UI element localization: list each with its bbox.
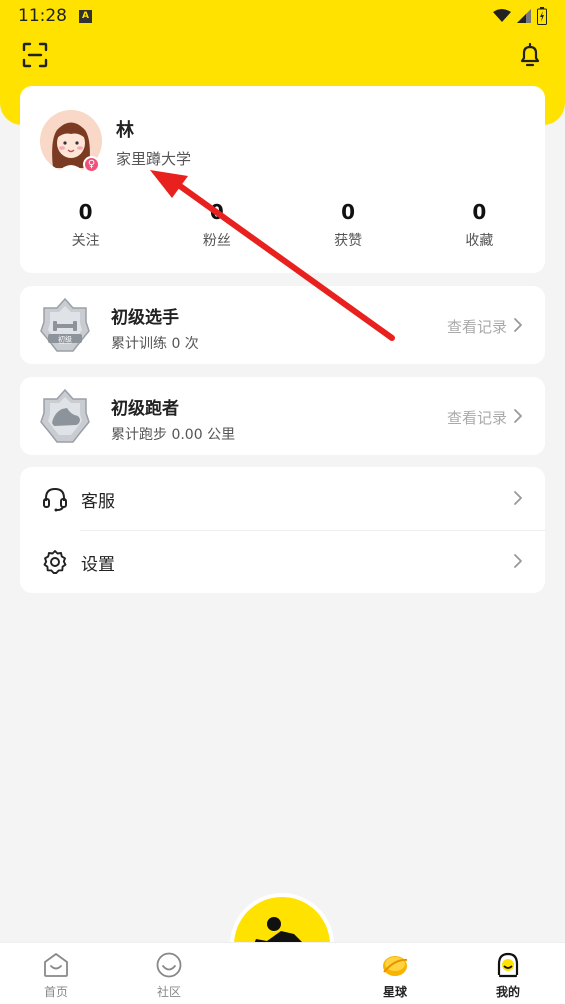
status-bar: 11:28 A <box>0 0 565 32</box>
signal-icon <box>517 9 531 23</box>
stat-followers[interactable]: 0 粉丝 <box>151 200 282 250</box>
tab-mine[interactable]: 我的 <box>463 951 553 1000</box>
stat-following[interactable]: 0 关注 <box>20 200 151 250</box>
stat-likes[interactable]: 0 获赞 <box>283 200 414 250</box>
view-records-link[interactable]: 查看记录 <box>447 407 507 428</box>
dumbbell-medal-icon: 初级 <box>40 298 90 352</box>
tab-label: 社区 <box>156 985 181 999</box>
tab-planet[interactable]: 星球 <box>350 951 440 1000</box>
stats-row: 0 关注 0 粉丝 0 获赞 0 收藏 <box>20 200 545 250</box>
user-school: 家里蹲大学 <box>116 150 192 168</box>
headset-icon <box>43 487 67 512</box>
notification-icon: A <box>79 9 92 23</box>
menu-label: 设置 <box>81 555 115 575</box>
stat-value: 0 <box>341 200 356 224</box>
home-icon <box>44 953 68 977</box>
shoe-medal-icon <box>40 389 90 443</box>
running-level-card[interactable]: 初级跑者 累计跑步 0.00 公里 查看记录 <box>20 377 545 455</box>
status-time: 11:28 <box>18 6 67 26</box>
training-level-card[interactable]: 初级 初级选手 累计训练 0 次 查看记录 <box>20 286 545 364</box>
menu-item-customer-service[interactable]: 客服 <box>20 467 545 530</box>
profile-card: ♀ 林 家里蹲大学 0 关注 0 粉丝 0 获赞 0 收藏 <box>20 86 545 273</box>
medal-text: 初级 <box>58 335 72 344</box>
stat-value: 0 <box>472 200 487 224</box>
tab-community[interactable]: 社区 <box>124 951 214 1000</box>
stat-label: 获赞 <box>334 233 363 249</box>
stat-label: 收藏 <box>465 233 494 249</box>
tab-home[interactable]: 首页 <box>11 951 101 1000</box>
menu-item-settings[interactable]: 设置 <box>20 530 545 593</box>
stat-value: 0 <box>209 200 224 224</box>
menu-label: 客服 <box>81 492 115 512</box>
level-subtitle: 累计训练 0 次 <box>111 336 199 352</box>
planet-icon <box>383 956 408 976</box>
level-subtitle: 累计跑步 0.00 公里 <box>111 427 236 443</box>
gear-icon <box>43 550 67 574</box>
tab-label: 首页 <box>43 985 68 999</box>
wifi-icon <box>493 9 511 22</box>
chevron-right-icon <box>514 318 522 332</box>
stat-label: 关注 <box>71 233 100 249</box>
level-title: 初级选手 <box>111 308 179 328</box>
view-records-link[interactable]: 查看记录 <box>447 316 507 337</box>
battery-icon <box>537 7 547 25</box>
user-name: 林 <box>116 120 134 141</box>
stat-value: 0 <box>78 200 93 224</box>
tab-label: 星球 <box>382 985 407 999</box>
level-title: 初级跑者 <box>111 399 179 419</box>
smile-icon <box>156 952 182 978</box>
chevron-right-icon <box>514 491 522 505</box>
scan-icon[interactable] <box>22 42 48 68</box>
gender-female-icon: ♀ <box>83 156 100 173</box>
stat-favorites[interactable]: 0 收藏 <box>414 200 545 250</box>
stat-label: 粉丝 <box>202 233 231 249</box>
bottom-tab-bar: 首页 社区 星球 我的 <box>0 942 565 1004</box>
chevron-right-icon <box>514 409 522 423</box>
bell-icon[interactable] <box>517 42 543 68</box>
chevron-right-icon <box>514 554 522 568</box>
tab-label: 我的 <box>495 985 520 999</box>
profile-icon <box>497 952 519 978</box>
menu-card: 客服 设置 <box>20 467 545 593</box>
